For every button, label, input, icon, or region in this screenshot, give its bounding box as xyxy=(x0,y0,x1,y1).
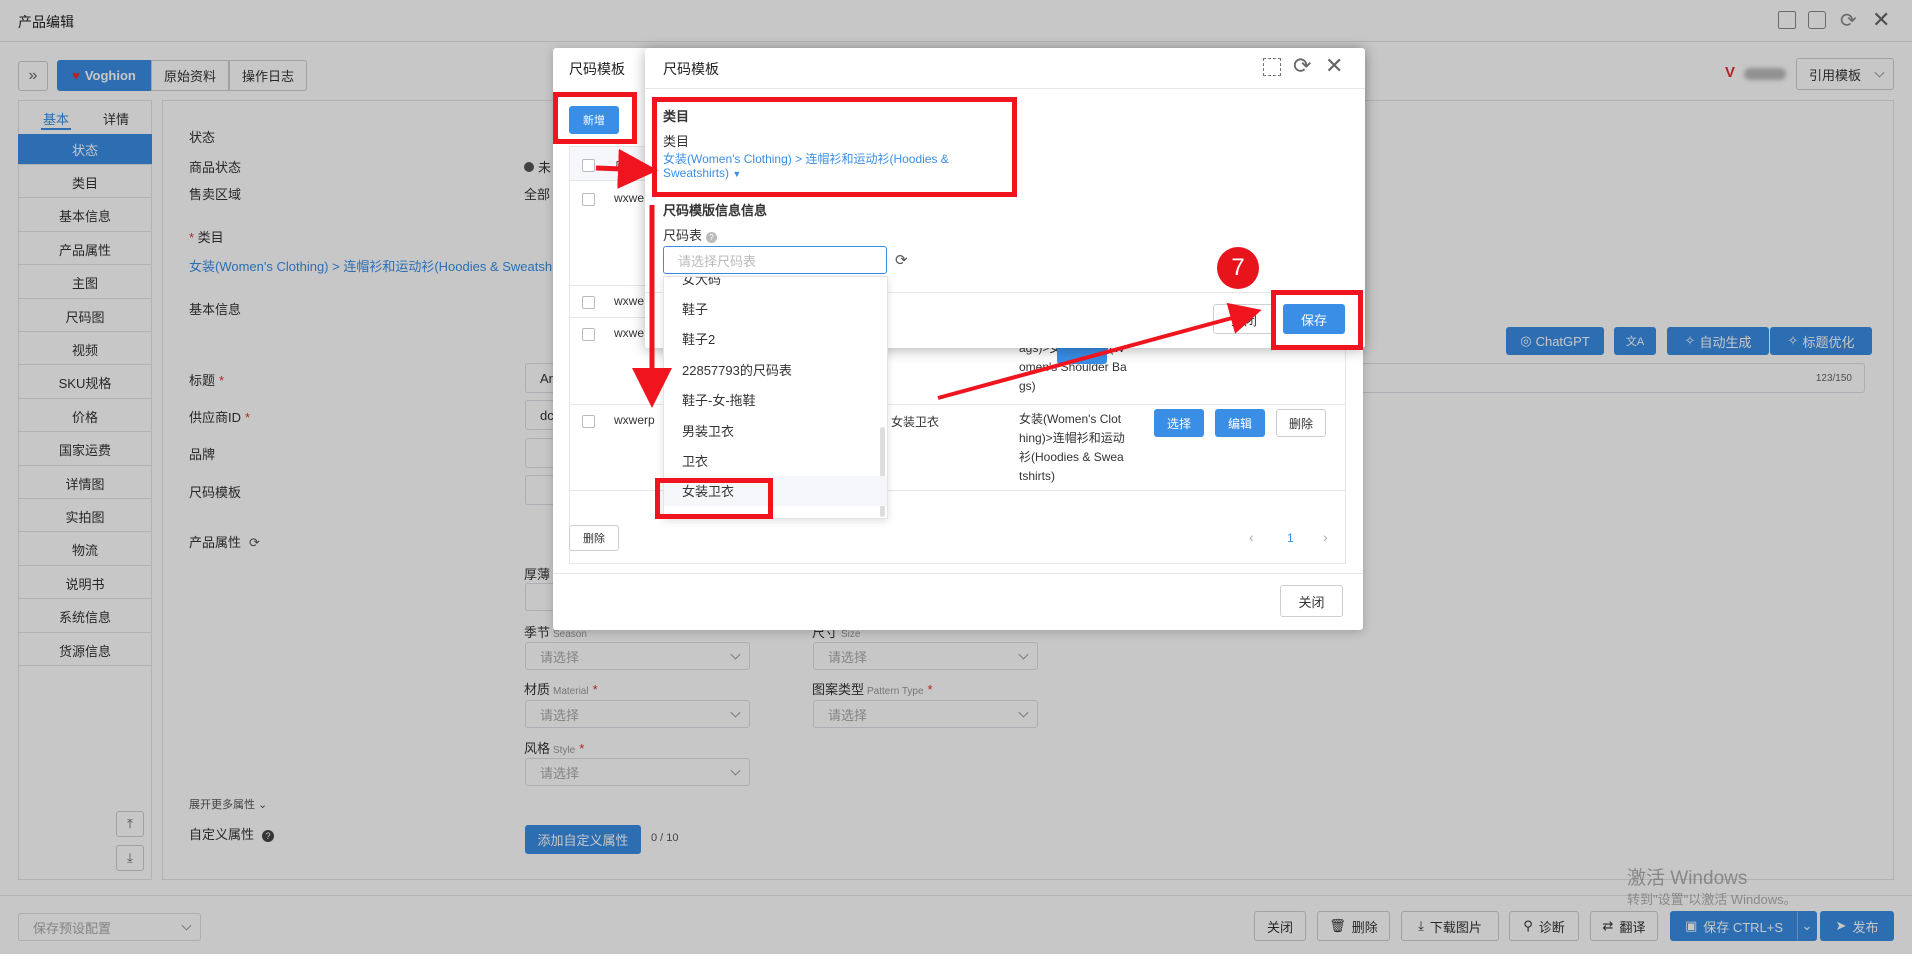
annotation-arrows xyxy=(595,148,1262,408)
arrow-to-save xyxy=(937,302,1262,400)
arrow-to-category xyxy=(595,148,658,189)
